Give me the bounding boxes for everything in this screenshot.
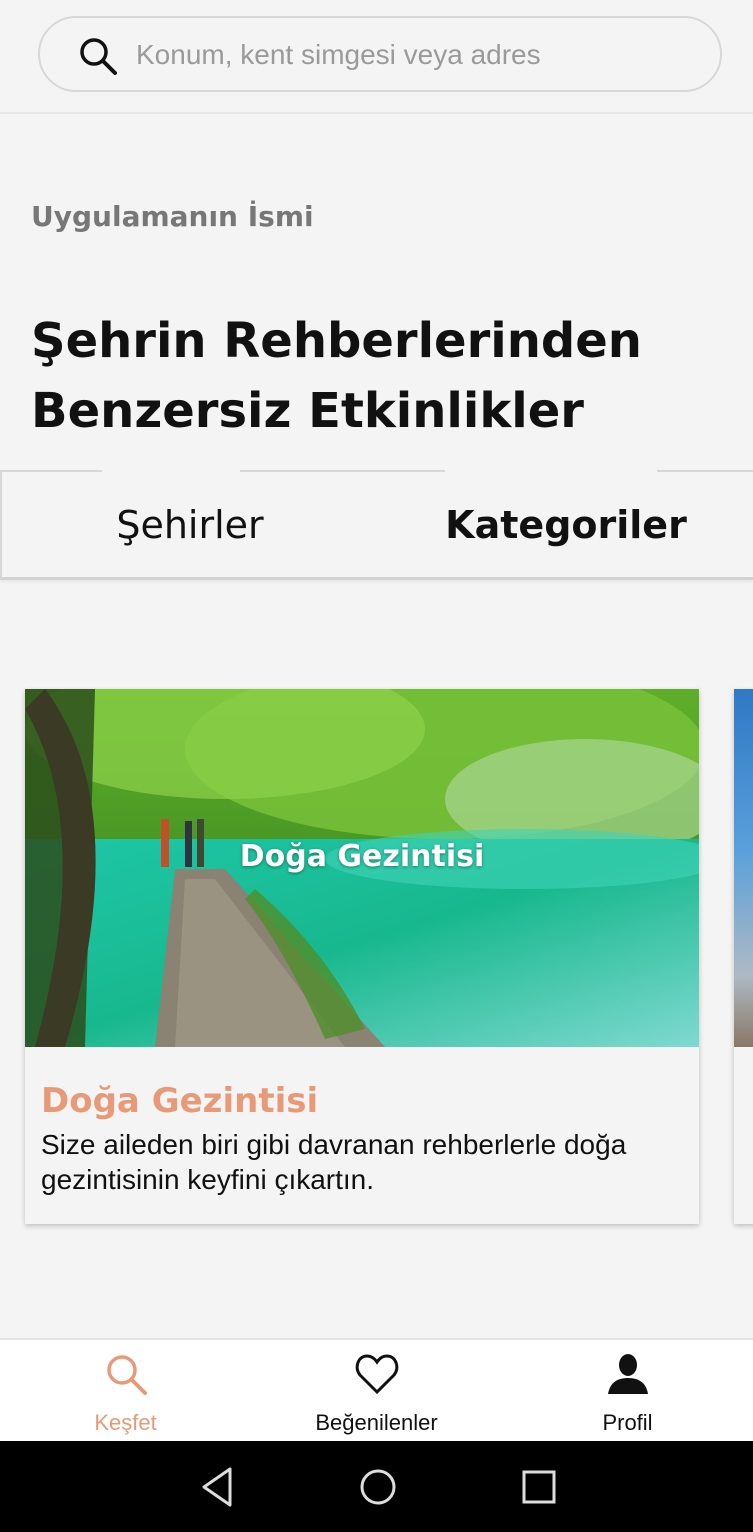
app-name: Uygulamanın İsmi — [31, 200, 314, 233]
back-icon[interactable] — [196, 1465, 240, 1509]
heart-icon — [355, 1354, 399, 1395]
page-title: Şehrin Rehberlerinden Benzersiz Etkinlik… — [31, 313, 642, 439]
person-icon — [608, 1354, 648, 1394]
nav-label-favorites: Beğenilenler — [315, 1410, 438, 1435]
recents-icon[interactable] — [517, 1465, 561, 1509]
tab-categories[interactable]: Kategoriler — [378, 472, 753, 578]
search-icon — [80, 38, 117, 75]
card-title: Doğa Gezintisi — [41, 1081, 319, 1121]
category-card[interactable]: Doğa Gezintisi Doğa Gezintisi Size ailed… — [25, 689, 699, 1224]
home-icon[interactable] — [356, 1465, 400, 1509]
card-description: Size aileden biri gibi davranan rehberle… — [41, 1129, 627, 1195]
bottom-navigation: Keşfet Beğenilenler Profil — [0, 1338, 753, 1441]
nav-item-favorites[interactable]: Beğenilenler — [251, 1340, 502, 1441]
nav-label-profile: Profil — [602, 1410, 653, 1435]
nav-item-explore[interactable]: Keşfet — [0, 1340, 251, 1441]
card-image-caption: Doğa Gezintisi — [239, 839, 485, 874]
system-navigation-bar — [0, 1441, 753, 1532]
search-bar[interactable] — [38, 16, 722, 92]
search-icon — [107, 1355, 147, 1395]
next-card-peek[interactable] — [734, 689, 753, 1224]
search-header — [0, 0, 753, 114]
next-card-image — [734, 689, 753, 1047]
tab-cities[interactable]: Şehirler — [2, 472, 378, 578]
nav-item-profile[interactable]: Profil — [502, 1340, 753, 1441]
nav-label-explore: Keşfet — [94, 1410, 157, 1435]
search-input[interactable] — [136, 30, 696, 80]
tab-bar: Şehirler Kategoriler — [0, 469, 753, 580]
